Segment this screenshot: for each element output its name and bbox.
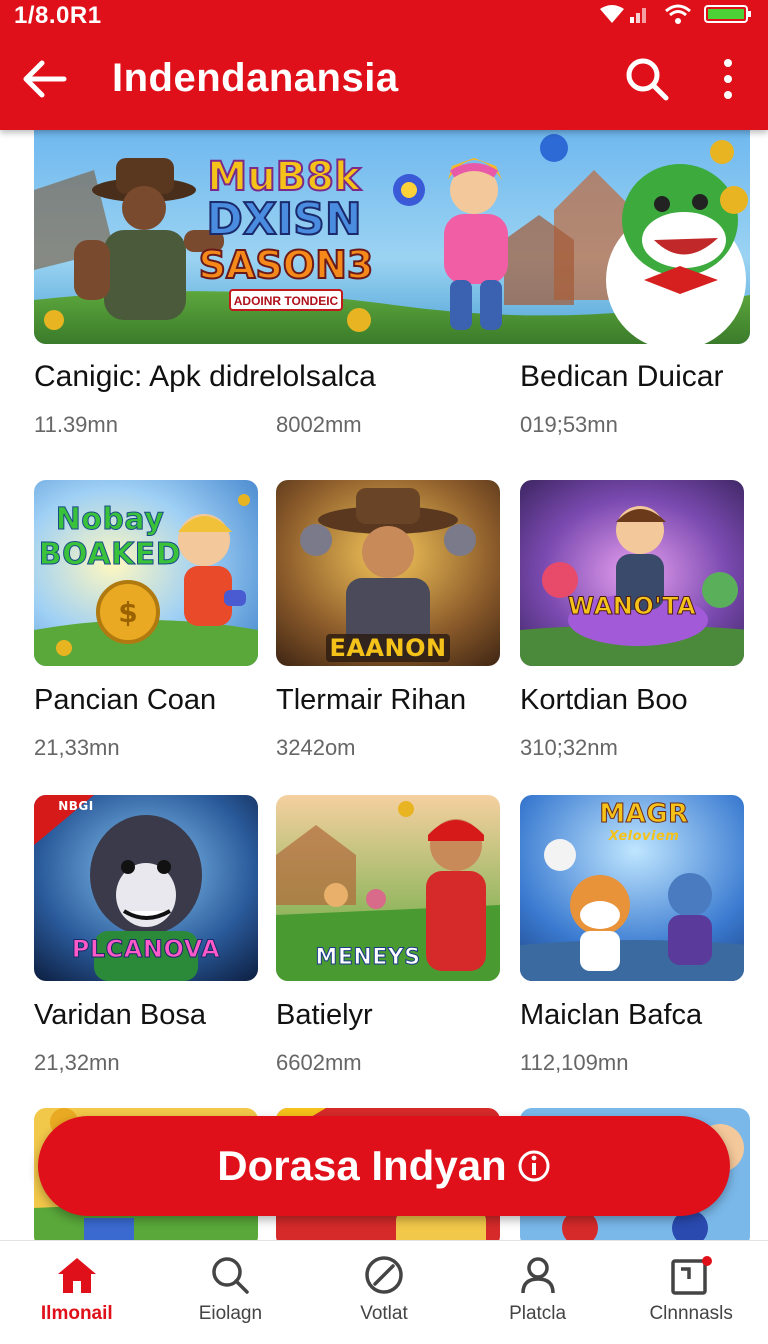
thumbnail-title: MENEYS (315, 945, 421, 971)
game-title[interactable]: Kortdian Boo (520, 684, 744, 717)
compass-icon (365, 1256, 403, 1294)
app-title: Indendanansia (112, 56, 399, 100)
featured-row: Canigic: Apk didrelolsalca 11.39mn 8002m… (0, 360, 768, 450)
banner-title-line2: DXISN (206, 194, 361, 245)
game-title[interactable]: Varidan Bosa (34, 999, 258, 1032)
nav-label: Ilmonail (40, 1303, 113, 1324)
game-thumbnail[interactable]: MENEYS (276, 795, 500, 981)
thumbnail-subtitle: Xeloviem (608, 829, 680, 844)
nav-item-profile[interactable]: Platcla (461, 1241, 615, 1344)
nav-item-explore[interactable]: Votlat (307, 1241, 461, 1344)
game-meta: 6602mm (276, 1050, 362, 1075)
game-card[interactable]: MAGR Xeloviem Maiclan Bafca 112,109mn (520, 795, 744, 1076)
profile-icon (520, 1257, 555, 1294)
main-content: MuB8k DXISN SASON3 ADOINR TONDEIC Canigi… (0, 130, 768, 1240)
info-icon (518, 1150, 550, 1182)
nav-item-home[interactable]: Ilmonail (0, 1241, 154, 1344)
app-header: 1/8.0R1 Indendanansia (0, 0, 768, 130)
status-bar: 1/8.0R1 (0, 0, 768, 30)
nav-label: Votlat (360, 1303, 408, 1324)
signal-icon (600, 5, 646, 23)
battery-icon (704, 5, 751, 23)
notifications-icon (671, 1256, 713, 1295)
game-thumbnail[interactable]: WANO'TA (520, 480, 744, 666)
featured-title-3[interactable]: Bedican Duicar (520, 360, 723, 394)
game-meta: 21,32mn (34, 1050, 120, 1075)
game-meta: 3242om (276, 735, 356, 760)
game-thumbnail[interactable]: MAGR Xeloviem (520, 795, 744, 981)
game-thumbnail[interactable]: $ Nobay BOAKED (34, 480, 258, 666)
thumbnail-title: EAANON (329, 634, 447, 662)
svg-text:$: $ (118, 596, 137, 629)
nav-label: Platcla (509, 1303, 567, 1324)
nav-label: Eiolagn (198, 1303, 263, 1324)
banner-tagline: ADOINR TONDEIC (234, 294, 339, 308)
game-meta: 112,109mn (520, 1050, 629, 1075)
game-title[interactable]: Pancian Coan (34, 684, 258, 717)
corner-ribbon: NBGI (58, 799, 94, 813)
more-options-icon[interactable] (710, 56, 746, 102)
back-arrow-icon[interactable] (20, 54, 70, 104)
search-icon[interactable] (624, 56, 670, 102)
thumbnail-title: Nobay BOAKED (38, 502, 182, 573)
search-icon (212, 1257, 250, 1294)
game-meta: 21,33mn (34, 735, 120, 760)
game-title[interactable]: Tlermair Rihan (276, 684, 500, 717)
nav-label: Clnnnasls (649, 1303, 733, 1324)
game-card[interactable]: WANO'TA Kortdian Boo 310;32nm (520, 480, 744, 761)
featured-meta-2: 8002mm (276, 412, 362, 437)
download-button-label: Dorasa Indyan (217, 1142, 507, 1189)
game-thumbnail[interactable]: EAANON (276, 480, 500, 666)
thumbnail-title: WANO'TA (567, 592, 697, 621)
download-button[interactable]: Dorasa Indyan (38, 1116, 730, 1216)
game-card[interactable]: NBGI PLCANOVA Varidan Bosa 21,32mn (34, 795, 258, 1076)
game-meta: 310;32nm (520, 735, 618, 760)
status-icons (598, 3, 752, 25)
thumbnail-title: MAGR (599, 799, 689, 830)
game-card[interactable]: $ Nobay BOAKED Pancian Coan 21,33mn (34, 480, 258, 761)
banner-artwork: MuB8k DXISN SASON3 ADOINR TONDEIC (34, 130, 750, 344)
banner-title-line3: SASON3 (199, 243, 374, 287)
status-time: 1/8.0R1 (14, 2, 102, 29)
featured-meta-3: 019;53mn (520, 412, 618, 437)
featured-meta-1: 11.39mn (34, 412, 118, 437)
home-icon (57, 1258, 96, 1293)
game-thumbnail[interactable]: NBGI PLCANOVA (34, 795, 258, 981)
featured-title-1[interactable]: Canigic: Apk didrelolsalca (34, 360, 376, 394)
game-title[interactable]: Batielyr (276, 999, 500, 1032)
nav-item-search[interactable]: Eiolagn (154, 1241, 308, 1344)
game-card[interactable]: MENEYS Batielyr 6602mm (276, 795, 500, 1076)
wifi-icon (665, 4, 691, 24)
game-card[interactable]: EAANON Tlermair Rihan 3242om (276, 480, 500, 761)
game-title[interactable]: Maiclan Bafca (520, 999, 744, 1032)
nav-item-notifications[interactable]: Clnnnasls (614, 1241, 768, 1344)
featured-banner[interactable]: MuB8k DXISN SASON3 ADOINR TONDEIC (34, 130, 750, 344)
bottom-navigation: Ilmonail Eiolagn Votlat Platcla Clnnnasl… (0, 1240, 768, 1344)
app-bar: Indendanansia (0, 30, 768, 130)
thumbnail-title: PLCANOVA (71, 935, 221, 964)
